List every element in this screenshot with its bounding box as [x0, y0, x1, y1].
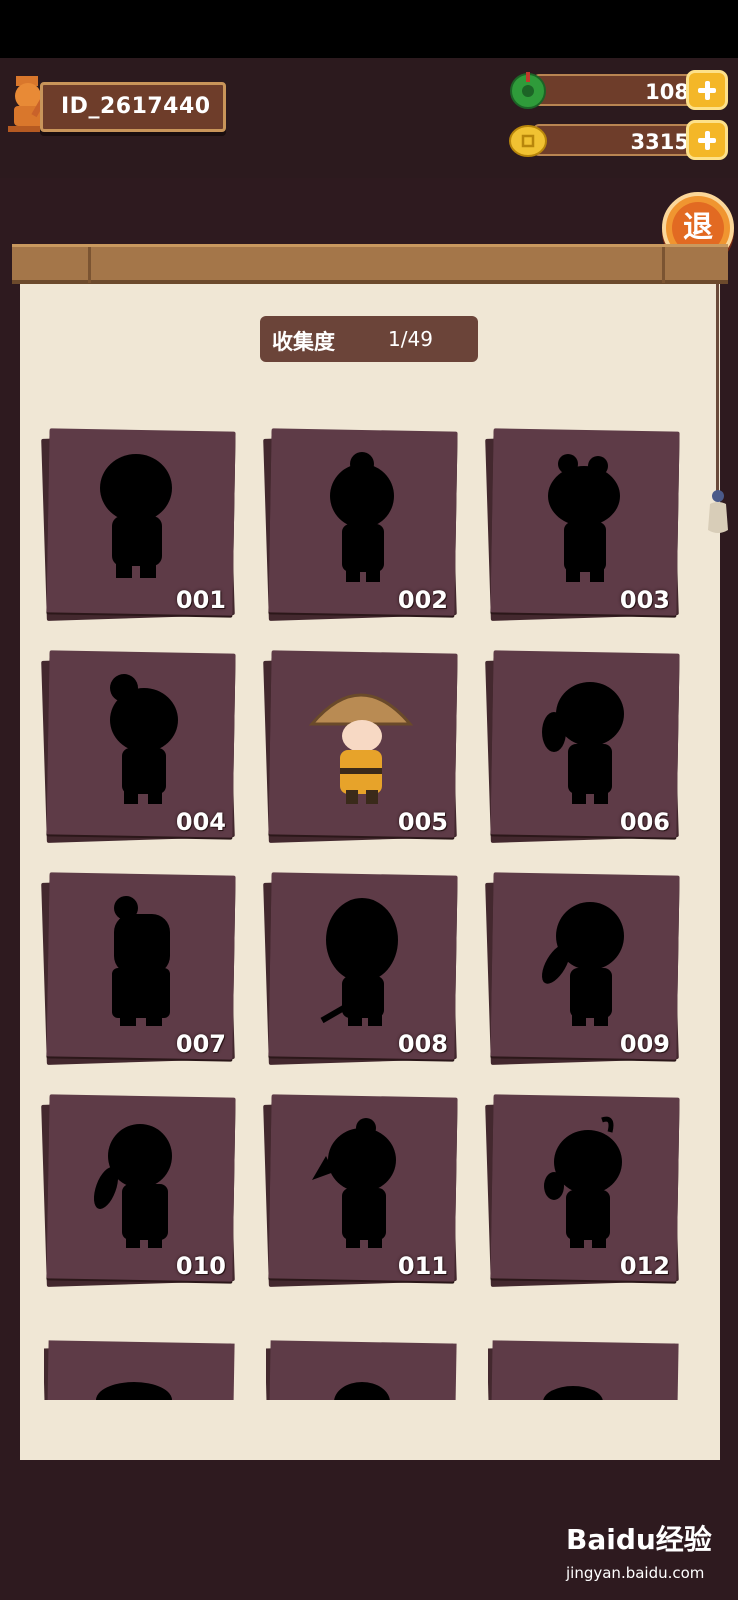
- card-number: 006: [619, 808, 670, 836]
- coin-resource: 3315: [508, 120, 730, 160]
- locked-character-icon: [93, 1124, 172, 1248]
- card-number: 002: [397, 586, 448, 614]
- locked-character-icon: [548, 454, 620, 582]
- monk-character-icon: [308, 693, 414, 804]
- card-008[interactable]: 008: [263, 872, 462, 1066]
- card-005[interactable]: 005: [263, 650, 462, 844]
- watermark: Baidu经验 jingyan.baidu.com: [560, 1516, 730, 1596]
- locked-character-icon: [542, 682, 624, 804]
- status-bar: [0, 0, 738, 58]
- card-004[interactable]: 004: [41, 650, 240, 844]
- locked-character-icon: [330, 452, 394, 582]
- card-011[interactable]: 011: [263, 1094, 462, 1288]
- coin-bar: 3315: [533, 124, 703, 156]
- locked-character-icon: [110, 674, 178, 804]
- locked-character-icon: [112, 896, 170, 1026]
- jade-icon: [510, 72, 546, 109]
- locked-character-icon: [542, 902, 624, 1026]
- card-number: 009: [619, 1030, 670, 1058]
- jade-resource: 108: [508, 70, 730, 110]
- player-id: ID_2617440: [61, 94, 211, 119]
- card-010[interactable]: 010: [41, 1094, 240, 1288]
- card-002[interactable]: 002: [263, 428, 462, 622]
- jade-count: 108: [645, 80, 689, 104]
- card-001[interactable]: 001: [41, 428, 240, 622]
- add-jade-button[interactable]: [686, 70, 728, 110]
- locked-character-icon: [334, 1382, 390, 1400]
- card-number: 011: [397, 1252, 448, 1280]
- add-coin-button[interactable]: [686, 120, 728, 160]
- card-number: 004: [175, 808, 226, 836]
- collection-progress: 收集度 1/49: [260, 316, 478, 362]
- locked-character-icon: [544, 1116, 622, 1248]
- card-partial[interactable]: [266, 1340, 462, 1400]
- card-number: 007: [175, 1030, 226, 1058]
- collection-label: 收集度: [272, 330, 335, 354]
- scroll-cord: [716, 284, 719, 494]
- jade-bar: 108: [533, 74, 703, 106]
- watermark-logo: Baidu经验: [566, 1523, 712, 1556]
- watermark-url: jingyan.baidu.com: [566, 1564, 705, 1582]
- locked-character-icon: [100, 454, 172, 578]
- card-number: 005: [397, 808, 448, 836]
- card-003[interactable]: 003: [485, 428, 684, 622]
- collection-count: 1/49: [388, 327, 433, 351]
- player-id-box[interactable]: ID_2617440: [40, 82, 226, 132]
- scroll-rod: [12, 244, 728, 284]
- card-006[interactable]: 006: [485, 650, 684, 844]
- card-007[interactable]: 007: [41, 872, 240, 1066]
- card-number: 012: [619, 1252, 670, 1280]
- card-number: 010: [175, 1252, 226, 1280]
- card-number: 008: [397, 1030, 448, 1058]
- card-number: 001: [175, 586, 226, 614]
- card-number: 003: [619, 586, 670, 614]
- locked-character-icon: [312, 1118, 396, 1248]
- card-012[interactable]: 012: [485, 1094, 684, 1288]
- tassel-icon: [708, 490, 728, 533]
- locked-character-icon: [543, 1386, 603, 1400]
- coin-icon: [509, 125, 547, 157]
- card-009[interactable]: 009: [485, 872, 684, 1066]
- card-partial[interactable]: [44, 1340, 240, 1400]
- locked-character-icon: [320, 898, 398, 1026]
- locked-character-icon: [96, 1382, 172, 1400]
- coin-count: 3315: [630, 130, 689, 154]
- card-partial[interactable]: [488, 1340, 684, 1400]
